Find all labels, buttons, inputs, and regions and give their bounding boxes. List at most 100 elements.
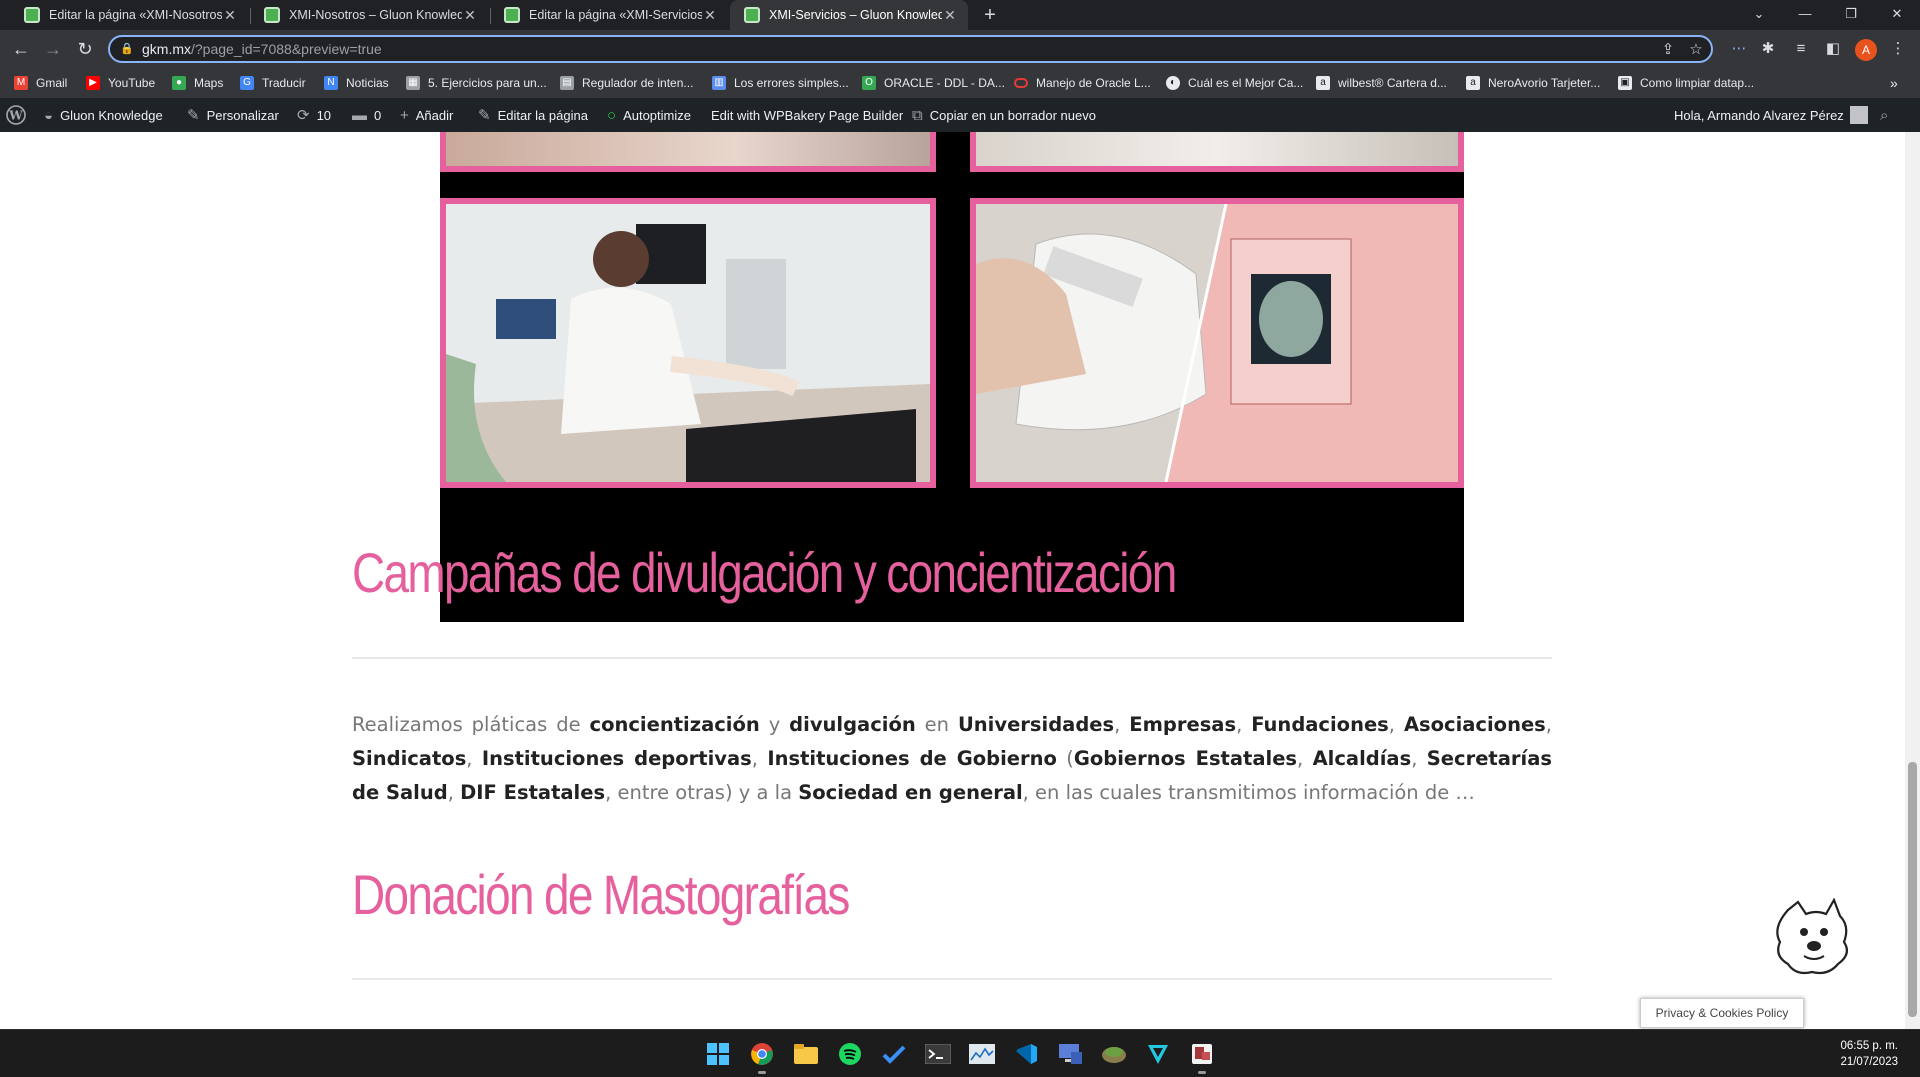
wp-new[interactable]: + Añadir — [400, 98, 453, 132]
new-tab-button[interactable]: + — [978, 3, 1002, 27]
reload-button[interactable]: ↻ — [72, 37, 98, 61]
body-text: , — [447, 781, 461, 804]
windows-start-icon[interactable] — [702, 1038, 734, 1070]
wp-customize[interactable]: ✎ Personalizar — [187, 98, 279, 132]
gallery-photo-1[interactable] — [440, 132, 936, 172]
forward-button[interactable]: → — [40, 37, 66, 61]
extensions-puzzle-icon[interactable]: ✱ — [1757, 39, 1779, 59]
bookmark-errores[interactable]: ▥ Los errores simples... — [712, 74, 849, 92]
brush-icon: ✎ — [187, 107, 200, 124]
chrome-icon[interactable] — [746, 1038, 778, 1074]
bookmark-traducir[interactable]: G Traducir — [240, 74, 306, 92]
system-clock[interactable]: 06:55 p. m. 21/07/2023 — [1840, 1038, 1898, 1070]
status-circle-icon: ○ — [607, 106, 617, 124]
body-text: Realizamos pláticas de — [352, 713, 590, 736]
body-text: , entre otras) y a la — [605, 781, 799, 804]
bookmark-noticias[interactable]: N Noticias — [324, 74, 389, 92]
bookmark-neroavorio[interactable]: a NeroAvorio Tarjeter... — [1466, 74, 1600, 92]
maps-icon: ● — [172, 76, 186, 90]
page-icon: ▣ — [1618, 76, 1632, 90]
svg-text:W: W — [8, 109, 23, 123]
bookmark-youtube[interactable]: ▶ YouTube — [86, 74, 155, 92]
body-text: , — [1545, 713, 1552, 736]
bookmark-regulador[interactable]: ▤ Regulador de inten... — [560, 74, 693, 92]
terminal-icon[interactable] — [922, 1038, 954, 1070]
wordpress-logo-icon[interactable]: W — [6, 98, 26, 132]
tab-title: Editar la página «XMI-Servicios» ‹ Gluon… — [529, 8, 702, 22]
clock-date: 21/07/2023 — [1840, 1056, 1898, 1068]
bookmark-mejor-ca[interactable]: ◐ Cuál es el Mejor Ca... — [1166, 74, 1303, 92]
tab-editar-nosotros[interactable]: Editar la página «XMI-Nosotros» ‹ Gluon … — [10, 0, 248, 30]
close-icon[interactable]: ✕ — [702, 7, 718, 24]
share-icon[interactable]: ⇪ — [1658, 40, 1678, 60]
more-extensions-icon[interactable]: ⋯ — [1728, 39, 1750, 59]
address-url[interactable]: gkm.mx/?page_id=7088&preview=true — [142, 41, 382, 57]
privacy-cookies-button[interactable]: Privacy & Cookies Policy — [1640, 998, 1804, 1028]
profile-avatar[interactable]: A — [1855, 39, 1877, 61]
vpn-icon[interactable] — [1142, 1038, 1174, 1070]
body-text: , — [1411, 747, 1427, 770]
bookmark-manejo-oracle[interactable]: Manejo de Oracle L... — [1014, 74, 1151, 92]
emphasis-text: Sociedad en general — [798, 781, 1023, 804]
remote-desktop-icon[interactable] — [1054, 1038, 1086, 1070]
dbeaver-icon[interactable] — [1098, 1038, 1130, 1070]
bookmark-oracle-ddl[interactable]: O ORACLE - DDL - DA... — [862, 74, 1005, 92]
tab-xmi-servicios[interactable]: XMI-Servicios – Gluon Knowledge ✕ — [730, 0, 968, 30]
file-explorer-icon[interactable] — [790, 1038, 822, 1070]
lock-icon[interactable]: 🔒 — [120, 42, 134, 56]
back-button[interactable]: ← — [8, 37, 34, 61]
wp-account[interactable]: Hola, Armando Alvarez Pérez — [1674, 98, 1868, 132]
spotify-icon[interactable] — [834, 1038, 866, 1070]
body-text: , — [466, 747, 482, 770]
bookmark-star-icon[interactable]: ☆ — [1686, 40, 1706, 60]
body-text: , — [1297, 747, 1313, 770]
wp-updates[interactable]: ⟳ 10 — [297, 98, 331, 132]
close-icon[interactable]: ✕ — [462, 7, 478, 24]
emphasis-text: Gobiernos Estatales — [1073, 747, 1298, 770]
search-icon[interactable]: ⌕ — [1880, 98, 1895, 132]
oracle-ring-icon — [1014, 78, 1028, 88]
vscode-icon[interactable] — [1010, 1038, 1042, 1070]
todo-icon[interactable] — [878, 1038, 910, 1070]
chevron-down-icon[interactable]: ⌄ — [1736, 0, 1782, 30]
wp-copy-draft[interactable]: ⧉ Copiar en un borrador nuevo — [912, 98, 1096, 132]
tab-xmi-nosotros[interactable]: XMI-Nosotros – Gluon Knowledge ✕ — [250, 0, 488, 30]
wp-site-name[interactable]: ◒ Gluon Knowledge — [44, 98, 163, 132]
translate-icon: G — [240, 76, 254, 90]
gallery-photo-device[interactable] — [970, 198, 1464, 488]
menu-kebab-icon[interactable]: ⋮ — [1887, 39, 1909, 59]
wp-autoptimize[interactable]: ○ Autoptimize — [607, 98, 691, 132]
minimize-button[interactable]: — — [1782, 0, 1828, 30]
restore-button[interactable]: ❐ — [1828, 0, 1874, 30]
wp-edit-page[interactable]: ✎ Editar la página — [478, 98, 588, 132]
wp-wpbakery[interactable]: Edit with WPBakery Page Builder — [711, 98, 903, 132]
address-bar[interactable]: 🔒 gkm.mx/?page_id=7088&preview=true ⇪ ☆ — [108, 35, 1713, 63]
body-text: , — [751, 747, 768, 770]
bookmark-limpiar[interactable]: ▣ Como limpiar datap... — [1618, 74, 1754, 92]
bookmark-gmail[interactable]: M Gmail — [14, 74, 67, 92]
site-favicon-icon — [504, 7, 520, 23]
side-panel-icon[interactable]: ◧ — [1822, 39, 1844, 59]
access-icon[interactable] — [1186, 1038, 1218, 1074]
emphasis-text: Alcaldías — [1312, 747, 1412, 770]
body-text: , — [1236, 713, 1252, 736]
bookmark-wilbest[interactable]: a wilbest® Cartera d... — [1316, 74, 1447, 92]
scrollbar-thumb[interactable] — [1908, 762, 1917, 1017]
page-scrollbar[interactable] — [1905, 132, 1920, 1029]
more-bookmarks-icon[interactable]: » — [1890, 74, 1898, 92]
reading-list-icon[interactable]: ≡ — [1790, 39, 1812, 59]
mascot-dog-icon[interactable] — [1768, 897, 1854, 978]
gallery-photo-2[interactable] — [970, 132, 1464, 172]
bookmark-maps[interactable]: ● Maps — [172, 74, 223, 92]
gallery-photo-ultrasound[interactable] — [440, 198, 936, 488]
tab-editar-servicios[interactable]: Editar la página «XMI-Servicios» ‹ Gluon… — [490, 0, 728, 30]
close-icon[interactable]: ✕ — [942, 7, 958, 24]
close-icon[interactable]: ✕ — [222, 7, 238, 24]
news-icon: N — [324, 76, 338, 90]
wp-comments[interactable]: ▬ 0 — [352, 98, 381, 132]
youtube-icon: ▶ — [86, 76, 100, 90]
resource-monitor-icon[interactable] — [966, 1038, 998, 1070]
bookmark-ejercicios[interactable]: ▦ 5. Ejercicios para un... — [406, 74, 547, 92]
close-window-button[interactable]: ✕ — [1874, 0, 1920, 30]
gmail-icon: M — [14, 76, 28, 90]
